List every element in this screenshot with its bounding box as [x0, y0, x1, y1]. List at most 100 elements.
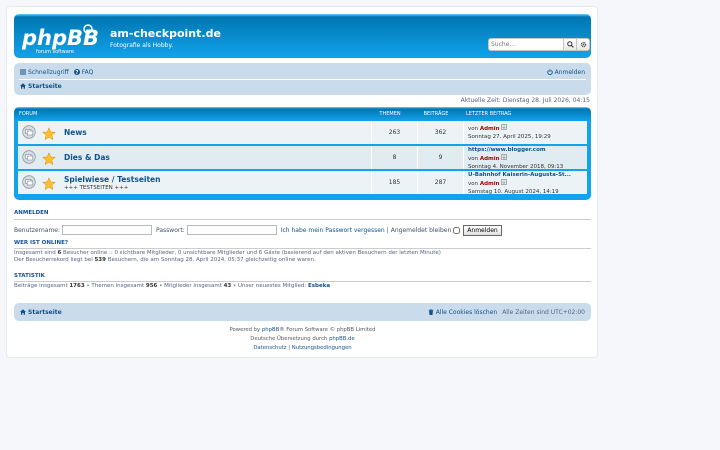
- stats-members-label: • Mitglieder insgesamt: [159, 283, 222, 289]
- forum-list-header: FORUM THEMEN BEITRÄGE LETZTER BEITRAG: [18, 107, 587, 121]
- forum-name[interactable]: News: [64, 128, 371, 137]
- forum-posts: 362: [417, 121, 463, 144]
- faq-icon: ?: [73, 69, 80, 75]
- quicklinks-label: Schnellzugriff: [28, 68, 69, 76]
- privacy-link[interactable]: Datenschutz: [253, 345, 286, 351]
- last-post-date: Sonntag 27. April 2025, 19:29: [468, 134, 551, 140]
- page-wrapper: phpBB forum software am-checkpoint.de Fo…: [6, 6, 598, 358]
- forum-list: FORUM THEMEN BEITRÄGE LETZTER BEITRAG Ne…: [14, 107, 591, 200]
- forum-description: +++ TESTSEITEN +++: [64, 184, 129, 191]
- newest-member-link[interactable]: Esbeka: [308, 283, 330, 289]
- star-icon: [42, 152, 56, 166]
- phpbb-de-link[interactable]: phpBB.de: [329, 336, 355, 342]
- quicklinks-menu[interactable]: Schnellzugriff: [20, 69, 69, 76]
- forum-name[interactable]: Dies & Das: [64, 153, 371, 162]
- stats-topics: 956: [145, 283, 158, 289]
- online-line1-pre: Insgesamt sind: [14, 250, 56, 256]
- site-header: phpBB forum software am-checkpoint.de Fo…: [14, 14, 591, 58]
- power-icon: [546, 69, 553, 75]
- online-line2-pre: Der Besucherrekord liegt bei: [14, 257, 93, 263]
- forgot-password-link[interactable]: Ich habe mein Passwort vergessen: [281, 227, 385, 234]
- forum-topics: 263: [371, 121, 417, 144]
- forum-read-icon: [22, 125, 36, 139]
- advanced-search-button[interactable]: [576, 39, 589, 50]
- copyright-line: Powered by phpBB® Forum Software © phpBB…: [14, 327, 591, 333]
- svg-text:forum software: forum software: [36, 49, 74, 55]
- svg-text:phpBB: phpBB: [22, 26, 99, 50]
- stats-newest-label: • Unser neuestes Mitglied:: [233, 283, 307, 289]
- phpbb-link[interactable]: phpBB: [262, 327, 279, 333]
- forum-posts: 9: [417, 146, 463, 169]
- online-line1-post: Besucher online :: 0 sichtbare Mitgliede…: [63, 250, 441, 256]
- header-posts: BEITRÄGE: [423, 111, 449, 117]
- forum-row: Dies & Das 8 9 https://www.blogger.com v…: [18, 146, 587, 170]
- online-section-title: WER IST ONLINE?: [14, 240, 69, 246]
- password-field[interactable]: [186, 225, 277, 235]
- home-icon: [20, 309, 26, 315]
- timezone-info: Alle Zeiten sind UTC+02:00: [502, 308, 585, 316]
- delete-cookies-link[interactable]: Alle Cookies löschen: [428, 308, 498, 316]
- terms-link[interactable]: Nutzungsbedingungen: [292, 345, 352, 351]
- search-button[interactable]: [563, 39, 576, 50]
- legal-links: Datenschutz | Nutzungsbedingungen: [14, 345, 591, 351]
- forum-topics: 185: [371, 171, 417, 194]
- delete-cookies-label: Alle Cookies löschen: [435, 308, 498, 316]
- view-latest-icon[interactable]: [501, 179, 508, 185]
- star-icon: [42, 127, 56, 141]
- login-link[interactable]: Anmelden: [546, 69, 585, 76]
- footer-navbar: Startseite Alle Cookies löschen Alle Zei…: [14, 303, 591, 321]
- forum-name[interactable]: Spielwiese / Testseiten: [64, 175, 371, 184]
- site-title[interactable]: am-checkpoint.de: [110, 27, 221, 40]
- stats-posts: 1763: [69, 283, 85, 289]
- trash-icon: [428, 309, 434, 315]
- translation-line: Deutsche Übersetzung durch phpBB.de: [14, 336, 591, 342]
- forum-posts: 287: [417, 171, 463, 194]
- site-description: Fotografie als Hobby.: [110, 42, 174, 49]
- forum-row: News 263 362 von Admin Sonntag 27. April…: [18, 121, 587, 144]
- login-separator: |: [386, 226, 389, 234]
- forum-read-icon: [22, 150, 36, 164]
- password-label: Passwort:: [156, 226, 185, 234]
- star-icon: [42, 177, 56, 191]
- search-input[interactable]: [489, 39, 563, 50]
- stats-posts-label: Beiträge insgesamt: [14, 283, 68, 289]
- breadcrumb-home[interactable]: Startseite: [20, 83, 62, 90]
- faq-link[interactable]: ? FAQ: [73, 68, 94, 76]
- header-topics: THEMEN: [379, 111, 401, 117]
- view-latest-icon[interactable]: [501, 124, 508, 130]
- faq-label: FAQ: [81, 68, 94, 76]
- current-time: Aktuelle Zeit: Dienstag 28. Juli 2026, 0…: [460, 97, 590, 104]
- last-post-title[interactable]: U-Bahnhof Kaiserin-Augusta-St...: [468, 171, 571, 179]
- search-box: [488, 38, 590, 51]
- last-post-date: Samstag 10. August 2024, 14:19: [468, 189, 559, 195]
- advanced-search-icon: [580, 41, 586, 48]
- last-post: https://www.blogger.com von Admin Sonnta…: [463, 146, 564, 170]
- search-icon: [566, 41, 574, 48]
- section-divider: [14, 248, 591, 249]
- stats-members: 43: [223, 283, 232, 289]
- svg-text:?: ?: [75, 70, 78, 75]
- forum-row: Spielwiese / Testseiten +++ TESTSEITEN +…: [18, 171, 587, 195]
- online-line2-post: Besuchern, die am Sonntag 28. April 2024…: [107, 257, 316, 263]
- powered-post: ® Forum Software © phpBB Limited: [279, 327, 376, 333]
- translation-pre: Deutsche Übersetzung durch: [250, 336, 328, 342]
- login-button[interactable]: Anmelden: [463, 224, 502, 236]
- last-post-by: von: [468, 126, 479, 132]
- last-post-date: Sonntag 4. November 2018, 09:13: [468, 164, 564, 170]
- online-record: 539: [94, 257, 106, 263]
- last-post-author[interactable]: Admin: [480, 156, 500, 162]
- last-post-by: von: [468, 156, 479, 162]
- stats-topics-label: • Themen insgesamt: [86, 283, 145, 289]
- forum-topics: 8: [371, 146, 417, 169]
- remember-checkbox[interactable]: [453, 226, 461, 234]
- breadcrumb-home-label: Startseite: [28, 82, 62, 90]
- last-post-title[interactable]: https://www.blogger.com: [468, 146, 563, 154]
- last-post-author[interactable]: Admin: [480, 181, 500, 187]
- last-post-author[interactable]: Admin: [480, 126, 500, 132]
- footer-home-link[interactable]: Startseite: [20, 309, 62, 316]
- phpbb-logo[interactable]: phpBB forum software: [22, 21, 100, 55]
- footer-home-label: Startseite: [28, 308, 62, 316]
- view-latest-icon[interactable]: [501, 154, 508, 160]
- username-field[interactable]: [62, 225, 153, 235]
- login-section-title: ANMELDEN: [14, 210, 49, 216]
